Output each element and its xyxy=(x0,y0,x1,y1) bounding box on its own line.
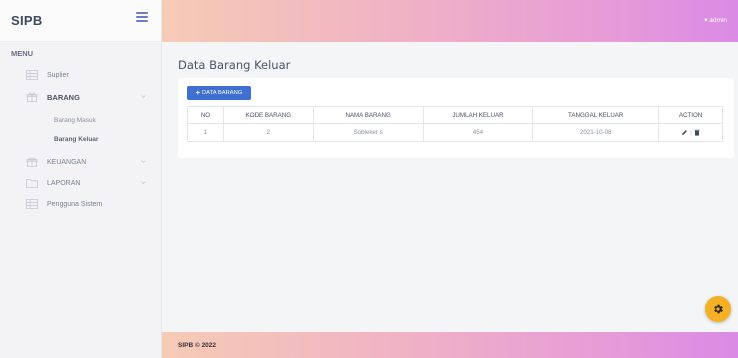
sidebar-subitem-barang-keluar[interactable]: Barang Keluar xyxy=(54,136,98,143)
footer-copyright: SIPB © 2022 xyxy=(178,342,217,349)
folder-icon xyxy=(26,178,38,188)
data-card: + DATA BARANG NO KODE BARANG NAMA BARANG… xyxy=(178,78,734,158)
sidebar-item-laporan[interactable]: LAPORAN xyxy=(0,174,162,192)
menu-header: MENU xyxy=(11,49,34,58)
action-separator: | xyxy=(690,129,692,136)
settings-fab-button[interactable] xyxy=(705,296,731,322)
delete-trash-icon[interactable] xyxy=(694,129,700,136)
column-header-jumlah-keluar: JUMLAH KELUAR xyxy=(422,106,534,124)
sidebar-item-label: BARANG xyxy=(47,92,80,102)
table-row: 1 2 Sobleker s 454 2021-10-08 | xyxy=(187,123,723,142)
plus-icon: + xyxy=(195,88,200,98)
column-header-no: NO xyxy=(187,106,224,124)
column-header-action: ACTION xyxy=(658,106,723,124)
page-title: Data Barang Keluar xyxy=(178,58,291,72)
table-icon xyxy=(26,70,38,80)
chevron-down-icon xyxy=(141,180,146,185)
table-header-row: NO KODE BARANG NAMA BARANG JUMLAH KELUAR… xyxy=(187,106,723,124)
cell-tanggal-keluar: 2021-10-08 xyxy=(532,123,660,142)
chevron-down-icon xyxy=(141,159,146,164)
sidebar-item-label: LAPORAN xyxy=(47,179,81,187)
add-data-barang-button[interactable]: + DATA BARANG xyxy=(187,86,251,100)
sidebar-item-pengguna-sistem[interactable]: Pengguna Sistem xyxy=(0,195,162,213)
column-header-kode-barang: KODE BARANG xyxy=(222,106,314,124)
topbar: ▾ admin xyxy=(162,0,738,42)
cell-kode-barang: 2 xyxy=(222,123,314,142)
user-menu[interactable]: ▾ admin xyxy=(704,16,727,24)
cell-jumlah-keluar: 454 xyxy=(422,123,534,142)
gift-icon xyxy=(26,92,38,102)
gift-icon xyxy=(26,157,38,167)
sidebar-item-label: Pengguna Sistem xyxy=(47,200,103,208)
brand-title[interactable]: SIPB xyxy=(11,13,43,28)
add-button-label: DATA BARANG xyxy=(202,90,243,96)
cell-action: | xyxy=(658,123,723,142)
column-header-nama-barang: NAMA BARANG xyxy=(312,106,424,124)
sidebar: SIPB MENU Suplier BARANG Barang Masuk Ba… xyxy=(0,0,162,358)
sidebar-item-keuangan[interactable]: KEUANGAN xyxy=(0,153,162,171)
gear-icon xyxy=(712,303,724,315)
cell-nama-barang: Sobleker s xyxy=(312,123,424,142)
sidebar-item-barang[interactable]: BARANG xyxy=(0,88,162,106)
table-icon xyxy=(26,199,38,209)
sidebar-subitem-barang-masuk[interactable]: Barang Masuk xyxy=(54,117,96,124)
sidebar-item-suplier[interactable]: Suplier xyxy=(0,66,162,84)
sidebar-item-label: Suplier xyxy=(47,71,69,79)
footer: SIPB © 2022 xyxy=(162,332,738,358)
data-table: NO KODE BARANG NAMA BARANG JUMLAH KELUAR… xyxy=(187,106,723,142)
cell-no: 1 xyxy=(187,123,224,142)
sidebar-item-label: KEUANGAN xyxy=(47,158,87,166)
edit-pencil-icon[interactable] xyxy=(681,129,688,136)
column-header-tanggal-keluar: TANGGAL KELUAR xyxy=(532,106,660,124)
chevron-down-icon xyxy=(141,94,146,99)
hamburger-menu-icon[interactable] xyxy=(136,12,148,22)
